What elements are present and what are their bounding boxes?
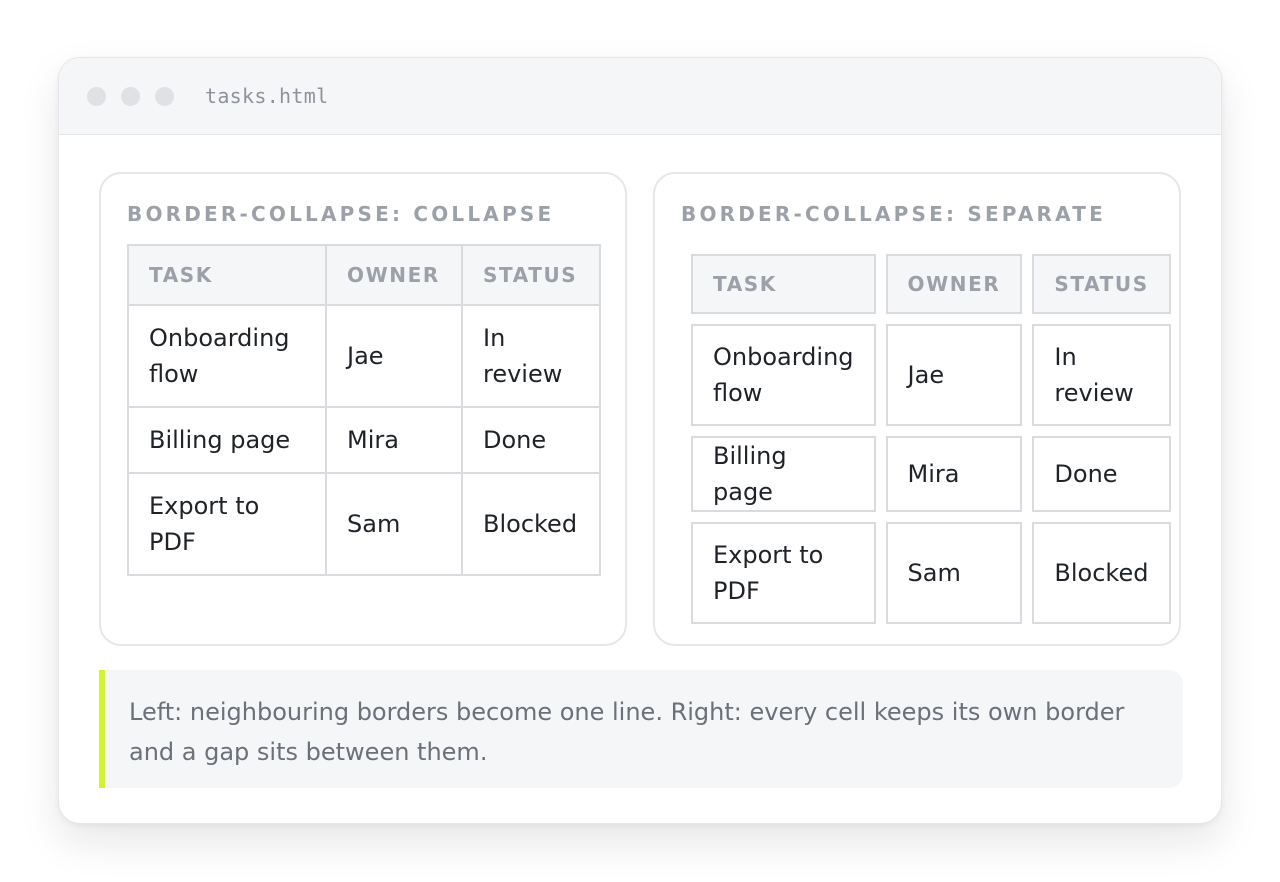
column-header-task: Task xyxy=(127,244,327,306)
owner-cell: Jae xyxy=(325,304,463,408)
task-cell: Billing page xyxy=(691,436,876,512)
status-cell: Done xyxy=(461,406,601,474)
table-row: Export to PDF Sam Blocked xyxy=(127,472,601,576)
window-dot-minimize[interactable] xyxy=(121,87,140,106)
window-filename: tasks.html xyxy=(205,84,329,108)
column-header-status: Status xyxy=(461,244,601,306)
task-cell: Onboarding flow xyxy=(691,324,876,426)
status-cell: In review xyxy=(1032,324,1171,426)
task-cell: Export to PDF xyxy=(127,472,327,576)
owner-cell: Sam xyxy=(325,472,463,576)
table-row: Billing page Mira Done xyxy=(127,406,601,474)
table-row: Onboarding flow Jae In review xyxy=(127,304,601,408)
status-cell: In review xyxy=(461,304,601,408)
table-row: Export to PDF Sam Blocked xyxy=(691,522,1171,624)
table-row: Billing page Mira Done xyxy=(691,436,1171,512)
window-dot-close[interactable] xyxy=(87,87,106,106)
browser-window: tasks.html border-collapse: collapse Tas… xyxy=(58,57,1222,824)
owner-cell: Jae xyxy=(885,324,1023,426)
window-titlebar: tasks.html xyxy=(59,58,1221,135)
collapse-panel-title: border-collapse: collapse xyxy=(127,202,555,226)
collapse-panel: border-collapse: collapse Task Owner Sta… xyxy=(99,172,627,646)
status-cell: Blocked xyxy=(461,472,601,576)
status-cell: Blocked xyxy=(1032,522,1171,624)
task-cell: Billing page xyxy=(127,406,327,474)
table-header-row: Task Owner Status xyxy=(127,244,601,306)
column-header-status: Status xyxy=(1032,254,1171,314)
task-cell: Onboarding flow xyxy=(127,304,327,408)
column-header-owner: Owner xyxy=(885,254,1023,314)
status-cell: Done xyxy=(1032,436,1171,512)
separate-panel: border-collapse: separate Task Owner Sta… xyxy=(653,172,1181,646)
owner-cell: Mira xyxy=(325,406,463,474)
task-cell: Export to PDF xyxy=(691,522,876,624)
table-header-row: Task Owner Status xyxy=(691,254,1171,314)
explanation-note: Left: neighbouring borders become one li… xyxy=(99,670,1183,788)
owner-cell: Mira xyxy=(885,436,1023,512)
separate-panel-title: border-collapse: separate xyxy=(681,202,1106,226)
column-header-task: Task xyxy=(691,254,876,314)
collapse-table: Task Owner Status Onboarding flow Jae In… xyxy=(127,244,601,576)
table-row: Onboarding flow Jae In review xyxy=(691,324,1171,426)
owner-cell: Sam xyxy=(885,522,1023,624)
column-header-owner: Owner xyxy=(325,244,463,306)
window-dot-maximize[interactable] xyxy=(155,87,174,106)
separate-table: Task Owner Status Onboarding flow Jae In… xyxy=(681,244,1181,634)
